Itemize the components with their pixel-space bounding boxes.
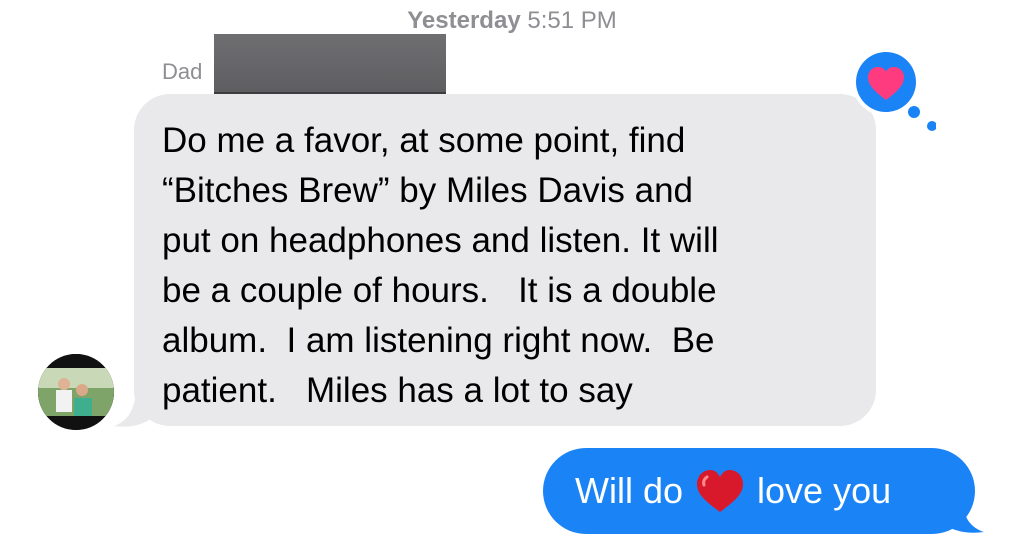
outgoing-message-bubble[interactable]: Will do love you xyxy=(543,448,975,534)
outgoing-text-after: love you xyxy=(757,470,892,511)
sender-avatar[interactable] xyxy=(38,354,114,430)
timestamp-time: 5:51 PM xyxy=(527,7,617,34)
outgoing-text-before: Will do xyxy=(575,470,684,511)
incoming-message-bubble[interactable]: Do me a favor, at some point, find “Bitc… xyxy=(134,94,876,426)
incoming-message-text: Do me a favor, at some point, find “Bitc… xyxy=(162,121,719,410)
redaction-bar xyxy=(214,34,446,95)
sender-name: Dad xyxy=(162,59,203,84)
outgoing-bubble-tail xyxy=(944,500,984,533)
red-heart-icon xyxy=(697,470,744,512)
incoming-bubble-tail xyxy=(114,392,152,427)
timestamp-day: Yesterday xyxy=(407,7,521,34)
tapback-heart-bubble[interactable] xyxy=(846,42,936,132)
message-timestamp: Yesterday 5:51 PM xyxy=(0,6,1024,36)
